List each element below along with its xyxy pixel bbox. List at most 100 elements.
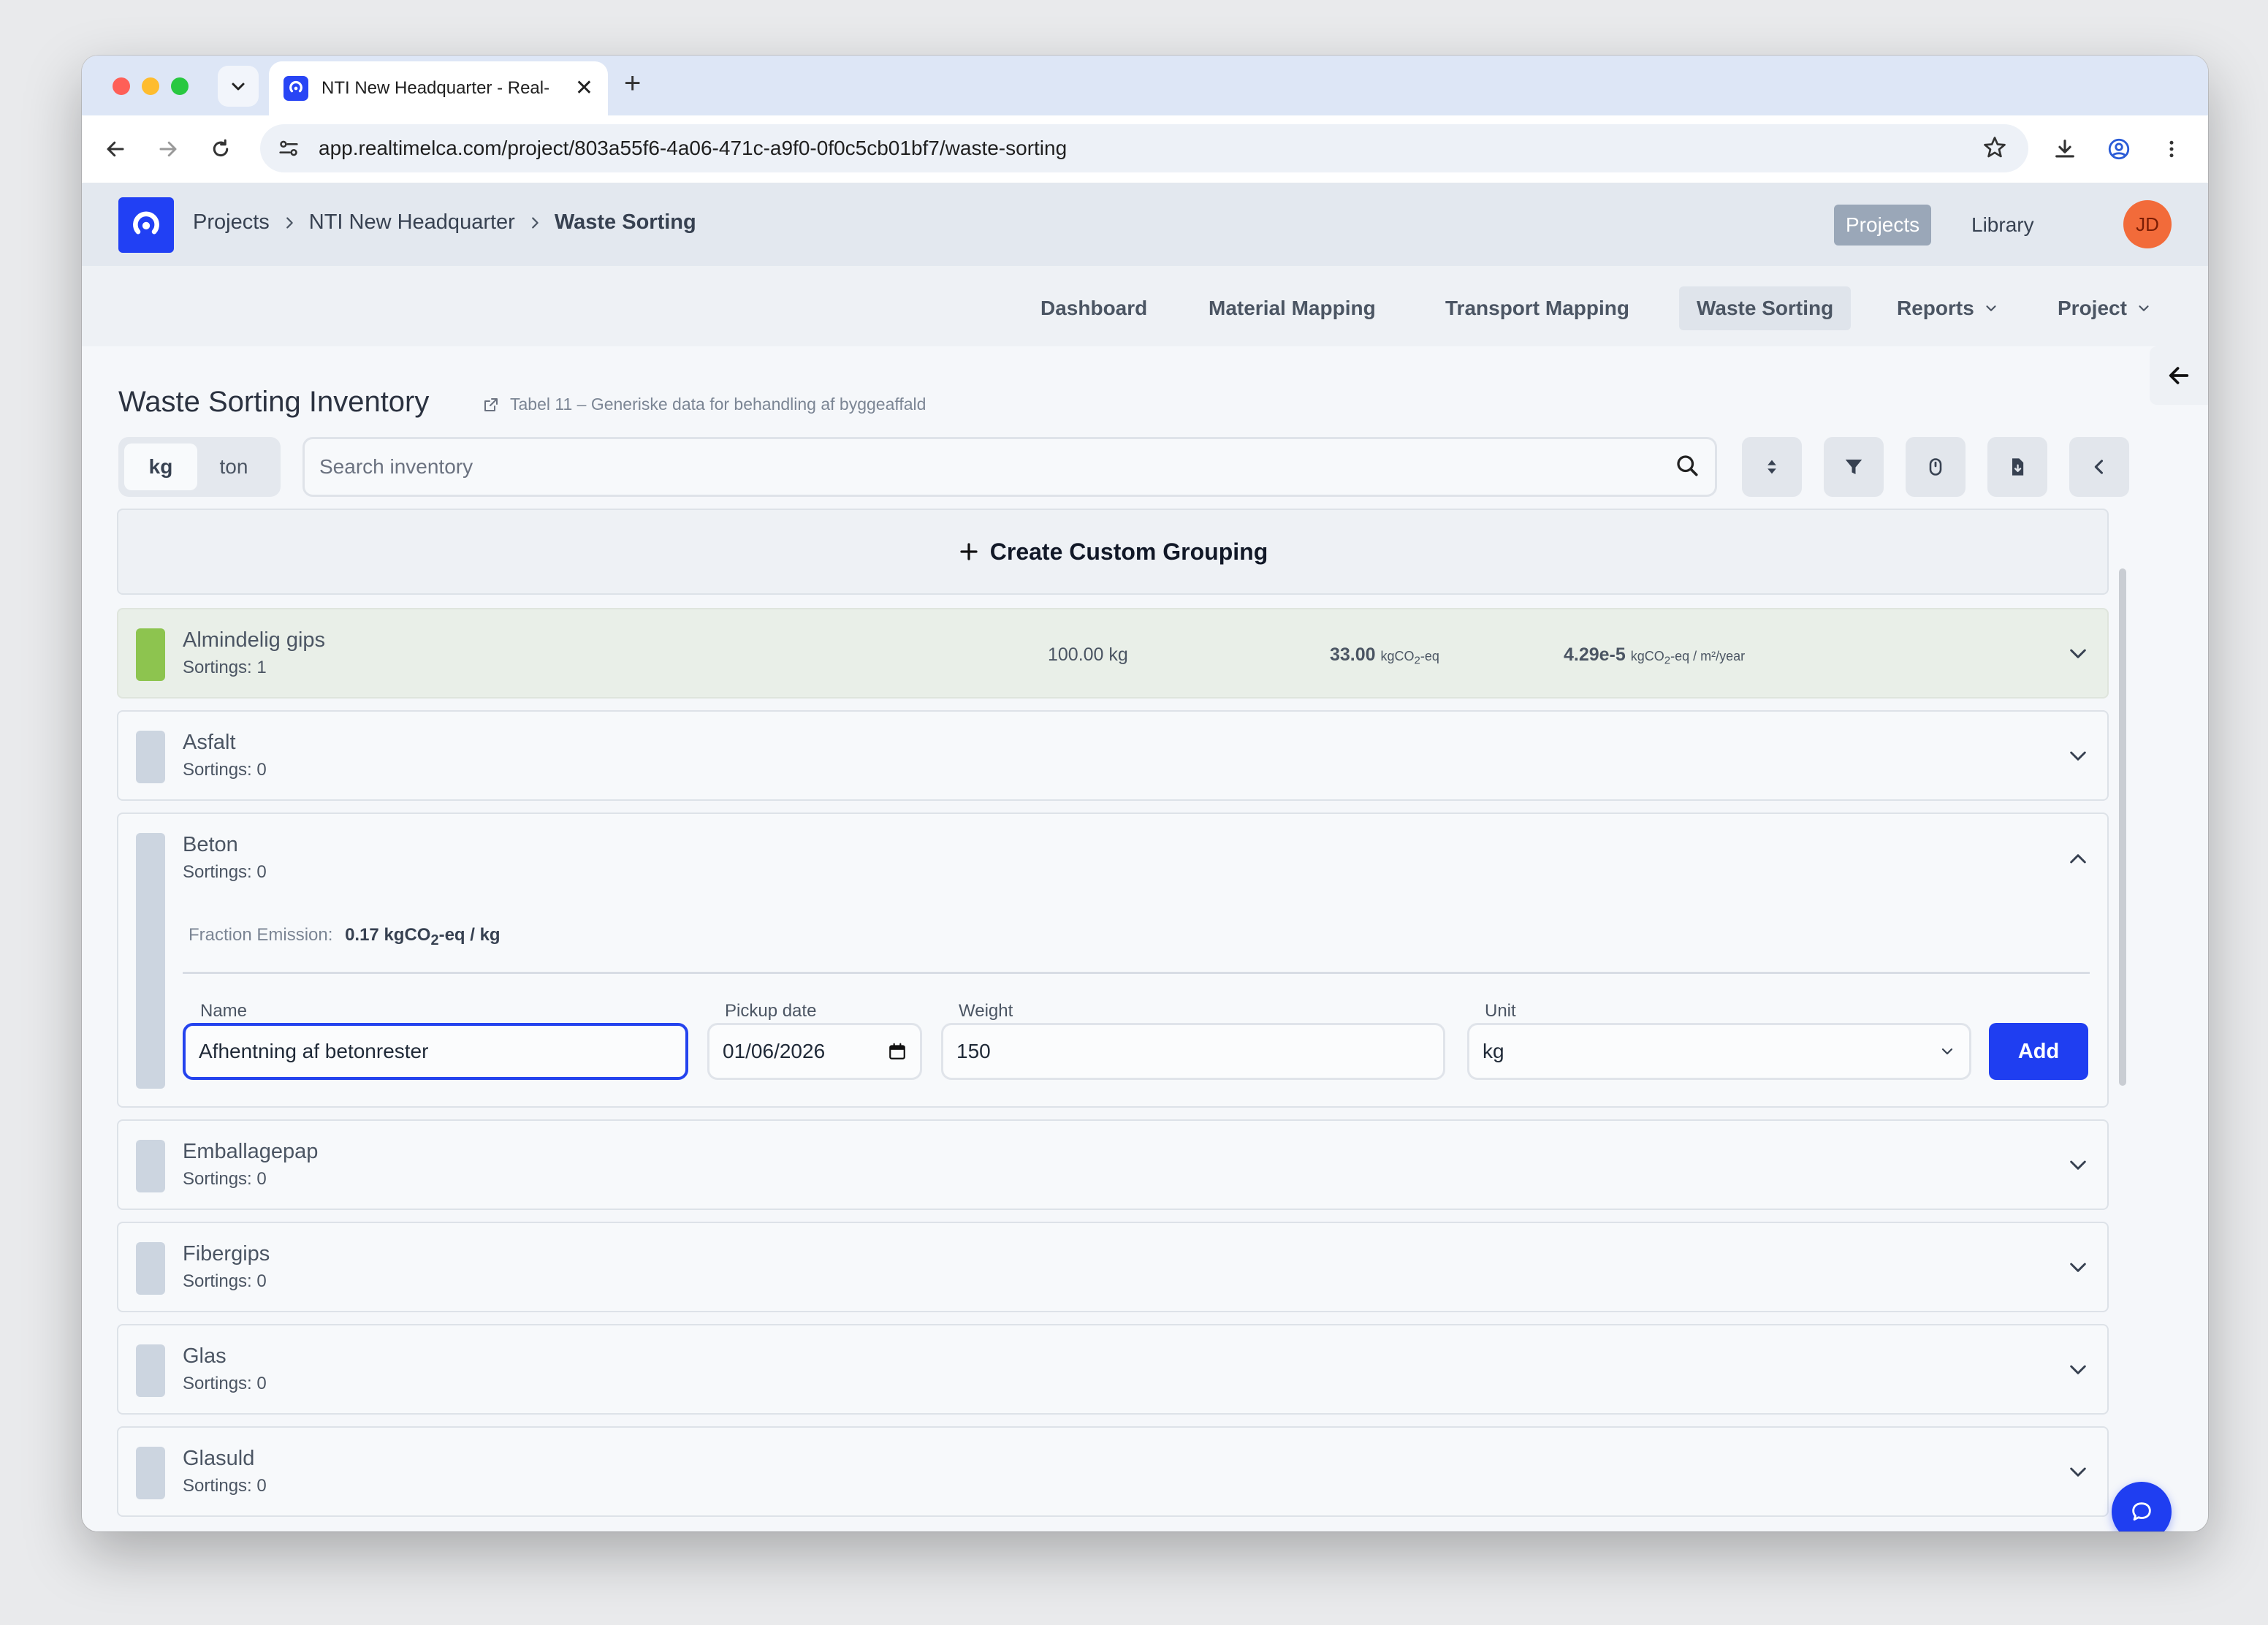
weight-field-wrapper bbox=[941, 1023, 1445, 1080]
sort-button[interactable] bbox=[1742, 437, 1802, 497]
list-scrollbar-thumb[interactable] bbox=[2119, 568, 2126, 1086]
maximize-window-button[interactable] bbox=[171, 77, 189, 95]
chevron-down-icon[interactable] bbox=[2066, 1460, 2090, 1483]
unit-toggle: kg ton bbox=[118, 437, 281, 497]
chevron-down-icon[interactable] bbox=[2066, 642, 2090, 665]
create-custom-grouping-button[interactable]: Create Custom Grouping bbox=[117, 509, 2109, 595]
site-settings-icon[interactable] bbox=[276, 136, 301, 164]
chevron-down-icon[interactable] bbox=[2066, 1153, 2090, 1176]
emission-unit-post: -eq bbox=[1420, 649, 1439, 663]
nav-waste-sorting[interactable]: Waste Sorting bbox=[1679, 286, 1852, 330]
back-button[interactable] bbox=[96, 130, 134, 168]
waste-row-glas[interactable]: Glas Sortings: 0 bbox=[117, 1324, 2109, 1415]
unit-kg-option[interactable]: kg bbox=[124, 444, 197, 490]
nav-dashboard[interactable]: Dashboard bbox=[1023, 286, 1165, 330]
fraction-emission: Fraction Emission: 0.17 kgCO2-eq / kg bbox=[189, 925, 501, 949]
row-sortings: Sortings: 0 bbox=[183, 862, 267, 882]
unit-select-value: kg bbox=[1483, 1040, 1504, 1062]
row-name: Glas bbox=[183, 1344, 227, 1368]
row-weight: 100.00 kg bbox=[1048, 644, 1128, 665]
row-sortings: Sortings: 0 bbox=[183, 1271, 267, 1291]
user-avatar[interactable]: JD bbox=[2123, 200, 2172, 248]
chevron-down-icon[interactable] bbox=[2066, 1358, 2090, 1381]
row-sortings: Sortings: 0 bbox=[183, 1374, 267, 1393]
downloads-button[interactable] bbox=[2046, 130, 2084, 168]
source-link[interactable]: Tabel 11 – Generiske data for behandling… bbox=[482, 395, 926, 414]
waste-row-glasuld[interactable]: Glasuld Sortings: 0 bbox=[117, 1426, 2109, 1517]
profile-button[interactable] bbox=[2100, 130, 2138, 168]
fraction-color-swatch bbox=[136, 731, 165, 783]
pickup-date-input[interactable]: 01/06/2026 bbox=[707, 1023, 922, 1080]
search-box bbox=[302, 437, 1717, 497]
weight-input[interactable] bbox=[956, 1040, 1430, 1063]
mouse-mode-button[interactable] bbox=[1906, 437, 1966, 497]
main-content: Waste Sorting Inventory Tabel 11 – Gener… bbox=[82, 346, 2208, 1531]
export-file-button[interactable] bbox=[1987, 437, 2047, 497]
tab-search-button[interactable] bbox=[218, 66, 259, 107]
unit-ton-option[interactable]: ton bbox=[197, 444, 270, 490]
file-export-icon bbox=[2012, 458, 2024, 476]
tab-close-icon[interactable]: ✕ bbox=[575, 77, 593, 99]
weight-label: Weight bbox=[959, 1001, 1013, 1021]
nav-transport-mapping[interactable]: Transport Mapping bbox=[1428, 286, 1647, 330]
waste-row-emballagepap[interactable]: Emballagepap Sortings: 0 bbox=[117, 1119, 2109, 1210]
more-vertical-icon bbox=[2169, 140, 2174, 158]
browser-window: NTI New Headquarter - Real- ✕ + app.real… bbox=[82, 56, 2208, 1531]
reload-button[interactable] bbox=[202, 130, 240, 168]
row-sortings: Sortings: 0 bbox=[183, 1476, 267, 1496]
projects-button[interactable]: Projects bbox=[1834, 205, 1932, 246]
row-name: Fibergips bbox=[183, 1242, 270, 1266]
new-tab-button[interactable]: + bbox=[624, 69, 641, 98]
bookmark-star-icon[interactable] bbox=[1982, 134, 2008, 164]
row-name: Glasuld bbox=[183, 1447, 255, 1470]
minimize-window-button[interactable] bbox=[142, 77, 159, 95]
collapse-sidebar-button[interactable] bbox=[2069, 437, 2129, 497]
fraction-color-swatch bbox=[136, 628, 165, 681]
waste-row-asfalt[interactable]: Asfalt Sortings: 0 bbox=[117, 710, 2109, 801]
row-emission-value: 33.00 bbox=[1330, 644, 1376, 665]
app-logo-icon[interactable] bbox=[118, 197, 174, 253]
row-emission: 33.00 kgCO2-eq bbox=[1330, 644, 1439, 667]
row-sortings: Sortings: 0 bbox=[183, 760, 267, 780]
fraction-color-swatch bbox=[136, 1447, 165, 1499]
chevron-down-icon[interactable] bbox=[2066, 744, 2090, 767]
breadcrumb-project[interactable]: NTI New Headquarter bbox=[309, 210, 515, 235]
breadcrumb-projects[interactable]: Projects bbox=[193, 210, 270, 235]
waste-row-almindelig-gips[interactable]: Almindelig gips Sortings: 1 100.00 kg 33… bbox=[117, 608, 2109, 699]
search-input[interactable] bbox=[319, 455, 1674, 479]
nav-material-mapping[interactable]: Material Mapping bbox=[1191, 286, 1393, 330]
address-bar[interactable]: app.realtimelca.com/project/803a55f6-4a0… bbox=[260, 124, 2028, 172]
app-favicon-icon bbox=[284, 76, 308, 101]
unit-label: Unit bbox=[1485, 1001, 1516, 1021]
fraction-color-swatch bbox=[136, 833, 165, 1089]
unit-select[interactable]: kg bbox=[1467, 1023, 1971, 1080]
row-name: Beton bbox=[183, 833, 238, 856]
filter-button[interactable] bbox=[1824, 437, 1884, 497]
browser-menu-button[interactable] bbox=[2153, 130, 2191, 168]
library-link[interactable]: Library bbox=[1971, 213, 2034, 237]
chevron-up-icon[interactable] bbox=[2066, 848, 2090, 871]
row-sortings: Sortings: 0 bbox=[183, 1169, 267, 1189]
calendar-icon[interactable] bbox=[888, 1042, 907, 1061]
collapse-panel-button[interactable] bbox=[2150, 346, 2208, 405]
browser-tab-active[interactable]: NTI New Headquarter - Real- ✕ bbox=[269, 61, 608, 115]
fraction-emission-value: 0.17 kgCO2-eq / kg bbox=[345, 925, 501, 948]
close-window-button[interactable] bbox=[113, 77, 130, 95]
forward-button[interactable] bbox=[149, 130, 187, 168]
add-sorting-button[interactable]: Add bbox=[1989, 1023, 2088, 1080]
create-custom-grouping-label: Create Custom Grouping bbox=[989, 538, 1268, 565]
search-icon[interactable] bbox=[1674, 452, 1700, 482]
breadcrumb: Projects NTI New Headquarter Waste Sorti… bbox=[193, 210, 696, 235]
nav-project[interactable]: Project bbox=[2040, 286, 2169, 330]
app-header: Projects NTI New Headquarter Waste Sorti… bbox=[82, 183, 2208, 266]
chevron-down-icon[interactable] bbox=[2066, 1255, 2090, 1279]
name-input[interactable] bbox=[199, 1040, 672, 1063]
chat-support-button[interactable] bbox=[2112, 1482, 2172, 1531]
name-field-wrapper bbox=[183, 1023, 688, 1080]
external-link-icon bbox=[482, 396, 500, 414]
nav-reports[interactable]: Reports bbox=[1879, 286, 2017, 330]
chevron-down-icon bbox=[2136, 300, 2152, 316]
emission-unit-sub: 2 bbox=[1414, 654, 1420, 667]
pickup-date-label: Pickup date bbox=[725, 1001, 817, 1021]
waste-row-fibergips[interactable]: Fibergips Sortings: 0 bbox=[117, 1222, 2109, 1312]
